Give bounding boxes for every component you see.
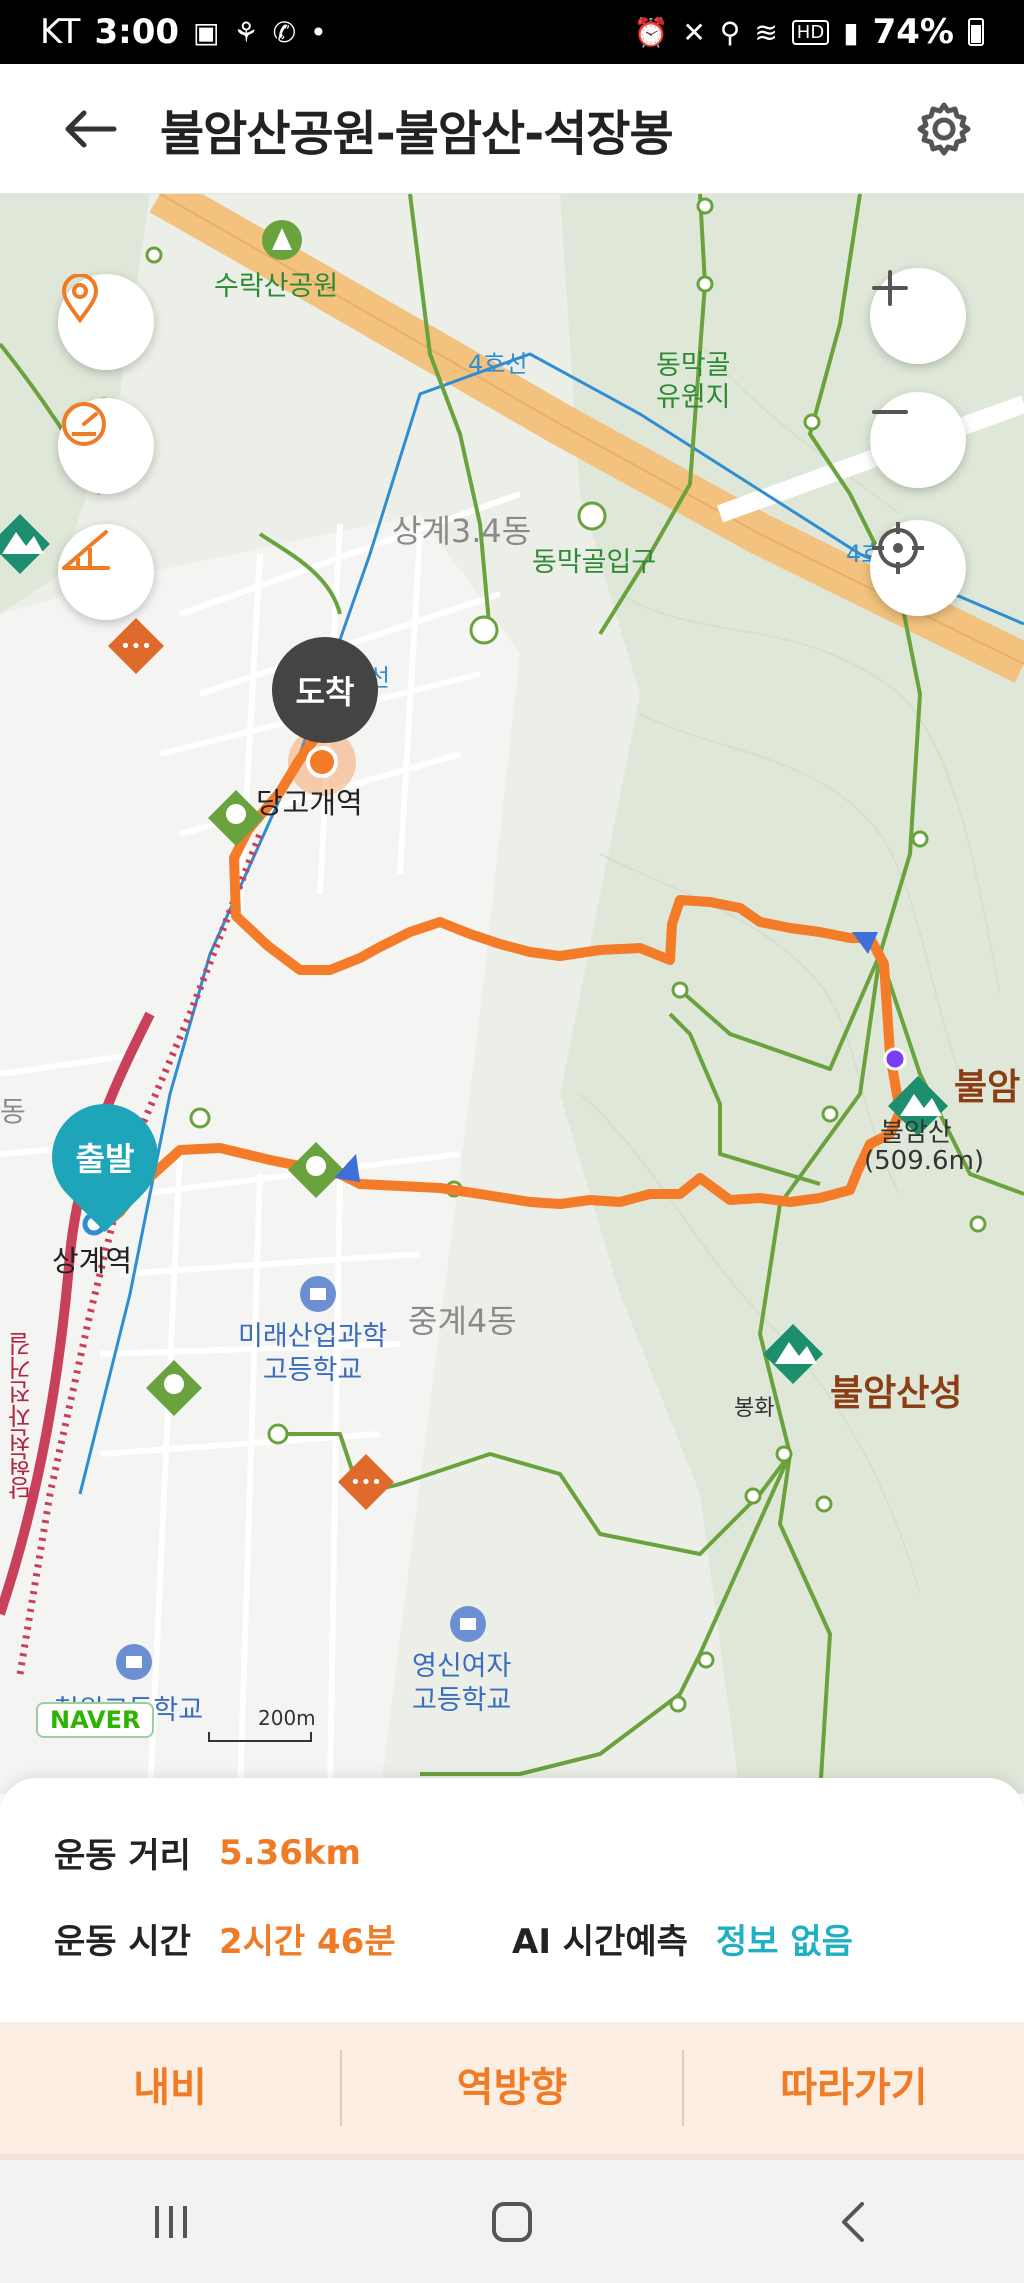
zoom-in-button[interactable]: [870, 268, 966, 364]
location-pin-button[interactable]: [58, 274, 154, 370]
junggye4-dong-label: 중계4동: [408, 1302, 517, 1340]
minus-icon: [872, 410, 908, 414]
dongmakgol-resort-label: 동막골 유원지: [656, 350, 731, 413]
time-value: 2시간 46분: [218, 1922, 396, 1962]
system-nav-bar: [0, 2160, 1024, 2283]
clock-text: 3:00: [94, 12, 180, 52]
back-button[interactable]: [40, 79, 140, 179]
buramsan-peak-label: 불암: [954, 1067, 1021, 1108]
buramsanseong-label: 불암산성: [830, 1373, 963, 1414]
distance-label: 운동 거리: [54, 1836, 191, 1876]
suraksan-park-label: 수락산공원: [214, 271, 339, 302]
start-marker[interactable]: 출발: [52, 1104, 158, 1210]
school-icon-1: [300, 1276, 336, 1312]
distance-value: 5.36km: [218, 1832, 361, 1873]
ai-prediction-row: AI 시간예측 정보 없음: [512, 1914, 853, 1963]
navigate-button[interactable]: 내비: [0, 2022, 340, 2154]
yeongsin-school-label: 영신여자 고등학교: [412, 1651, 512, 1716]
dongmakgol-entrance-label: 동막골입구: [532, 547, 657, 578]
location-pin-icon: [61, 274, 99, 324]
bonghwa-label: 봉화: [734, 1396, 775, 1421]
wifi-icon: ≋: [754, 15, 778, 49]
slope-button[interactable]: [58, 524, 154, 620]
time-row: 운동 시간 2시간 46분: [54, 1914, 396, 1963]
sanggye34-dong-label: 상계3.4동: [392, 512, 532, 550]
school-icon-2: [450, 1606, 486, 1642]
zoom-out-button[interactable]: [870, 392, 966, 488]
distance-row: 운동 거리 5.36km: [54, 1828, 361, 1877]
app-header: 불암산공원-불암산-석장봉: [0, 64, 1024, 194]
home-button[interactable]: [442, 2172, 582, 2272]
arrow-left-icon: [65, 110, 117, 147]
slope-icon: [62, 530, 110, 570]
signal-icon: ▮: [843, 15, 859, 49]
app-screen: KT 3:00 ▣ ⚘ ✆ • ⏰ ✕ ⚲ ≋ HD ▮ 74% 불암산공원-불…: [0, 0, 1024, 2283]
svg-text:•••: •••: [120, 636, 152, 657]
status-bar: KT 3:00 ▣ ⚘ ✆ • ⏰ ✕ ⚲ ≋ HD ▮ 74%: [0, 0, 1024, 64]
svg-text:•••: •••: [350, 1472, 382, 1493]
follow-button[interactable]: 따라가기: [684, 2022, 1024, 2154]
danghyeon-bike-path-label: 당현천자전거길: [8, 1332, 36, 1500]
battery-text: 74%: [872, 12, 954, 52]
recents-button[interactable]: [101, 2172, 241, 2272]
gallery-icon: ▣: [193, 15, 220, 49]
naver-logo: NAVER: [36, 1702, 155, 1738]
back-nav-button[interactable]: [783, 2172, 923, 2272]
call-icon: ✆: [272, 15, 297, 49]
sanggye-station-label: 상계역: [52, 1244, 133, 1278]
my-location-button[interactable]: [870, 520, 966, 616]
alarm-icon: ⏰: [633, 15, 669, 49]
back-chevron-icon: [842, 2201, 865, 2242]
settings-button[interactable]: [904, 89, 984, 169]
end-point: [306, 746, 338, 778]
home-icon: [491, 2201, 532, 2242]
scale-bar: [208, 1732, 312, 1742]
plus-icon: [872, 270, 908, 306]
park-icon: [262, 220, 302, 260]
sports-icon: ⚘: [233, 15, 259, 49]
crosshair-icon: [872, 522, 924, 574]
danggogae-station-label: 당고개역: [256, 786, 363, 820]
time-label: 운동 시간: [54, 1922, 191, 1962]
end-marker[interactable]: 도착: [272, 637, 378, 743]
action-bar: 내비 역방향 따라가기: [0, 2022, 1024, 2154]
mute-icon: ✕: [682, 15, 706, 49]
line4-label: 4호선: [468, 350, 528, 378]
ai-prediction-label: AI 시간예측: [512, 1922, 688, 1962]
mirae-school-label: 미래산업과학 고등학교: [238, 1321, 388, 1386]
info-panel: 운동 거리 5.36km 운동 시간 2시간 46분 AI 시간예측 정보 없음: [0, 1778, 1024, 2023]
status-left: KT 3:00 ▣ ⚘ ✆ •: [40, 12, 327, 52]
ai-prediction-value: 정보 없음: [715, 1922, 853, 1962]
location-icon: ⚲: [719, 15, 741, 49]
dot-icon: •: [310, 15, 327, 49]
reverse-button[interactable]: 역방향: [342, 2022, 682, 2154]
scale-label: 200m: [258, 1706, 316, 1730]
buramsan-height-label: (509.6m): [864, 1146, 985, 1176]
buramsan-name-label: 불암산: [880, 1118, 952, 1148]
school-icon-3: [116, 1644, 152, 1680]
carrier-text: KT: [40, 12, 81, 52]
route-title: 불암산공원-불암산-석장봉: [160, 105, 674, 162]
speedometer-icon: [62, 402, 106, 446]
status-right: ⏰ ✕ ⚲ ≋ HD ▮ 74%: [633, 12, 984, 52]
map-view[interactable]: ••• ••• 수락산공원 4호선 4호 동막골 유원지 상계3.4동 동막골입…: [0, 194, 1024, 1794]
recents-icon: [154, 2205, 187, 2238]
hd-icon: HD: [791, 19, 830, 45]
speed-button[interactable]: [58, 398, 154, 494]
left-edge-dong-label: 동: [0, 1095, 26, 1128]
gear-icon: [917, 102, 971, 155]
battery-icon: [968, 18, 984, 46]
